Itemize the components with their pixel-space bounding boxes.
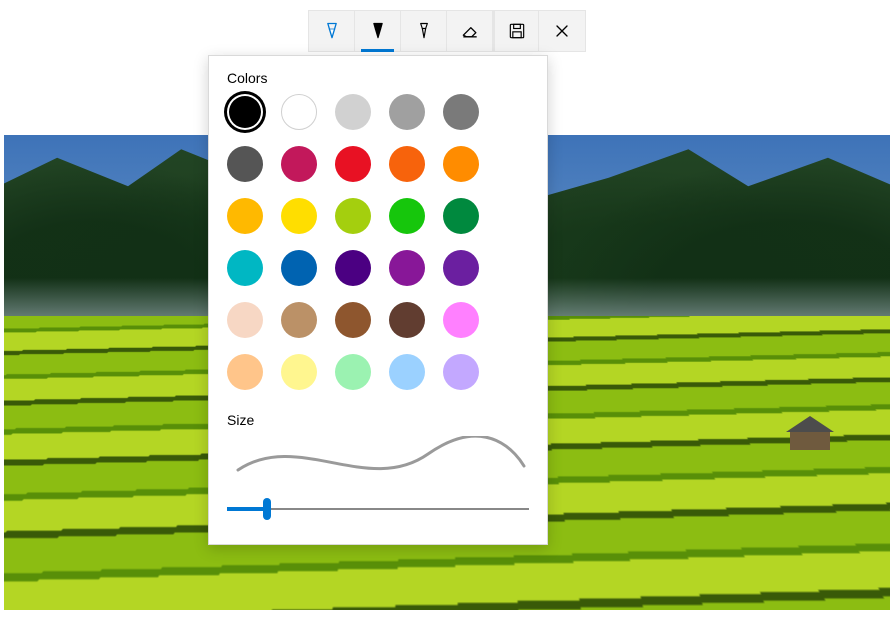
highlighter-icon: [414, 21, 434, 41]
size-slider[interactable]: [227, 498, 529, 520]
color-swatch-purple[interactable]: [443, 250, 479, 286]
slider-track: [227, 508, 529, 510]
ballpoint-pen-icon: [322, 21, 342, 41]
color-swatch-peach[interactable]: [227, 302, 263, 338]
save-button[interactable]: [493, 11, 539, 51]
color-swatch-orange[interactable]: [443, 146, 479, 182]
colors-label: Colors: [227, 70, 529, 86]
eraser-tool[interactable]: [447, 11, 493, 51]
color-swatch-grid: [227, 94, 529, 390]
highlighter-tool[interactable]: [401, 11, 447, 51]
color-swatch-gold[interactable]: [227, 198, 263, 234]
color-swatch-magenta[interactable]: [281, 146, 317, 182]
pencil-tool[interactable]: [355, 11, 401, 51]
drawing-toolbar: [308, 10, 586, 52]
color-swatch-violet[interactable]: [389, 250, 425, 286]
color-swatch-orange-red[interactable]: [389, 146, 425, 182]
color-swatch-white[interactable]: [281, 94, 317, 130]
color-swatch-green[interactable]: [389, 198, 425, 234]
color-swatch-tan[interactable]: [281, 302, 317, 338]
color-swatch-light-orange[interactable]: [227, 354, 263, 390]
color-swatch-charcoal[interactable]: [227, 146, 263, 182]
save-icon: [507, 21, 527, 41]
color-swatch-yellow[interactable]: [281, 198, 317, 234]
color-swatch-light-green[interactable]: [335, 354, 371, 390]
color-swatch-silver[interactable]: [335, 94, 371, 130]
close-button[interactable]: [539, 11, 585, 51]
stroke-size-preview: [227, 436, 529, 484]
eraser-icon: [460, 21, 480, 41]
color-swatch-teal[interactable]: [227, 250, 263, 286]
size-label: Size: [227, 412, 529, 428]
color-swatch-lime[interactable]: [335, 198, 371, 234]
color-swatch-gray[interactable]: [389, 94, 425, 130]
slider-fill: [227, 507, 267, 511]
close-icon: [552, 21, 572, 41]
color-swatch-red[interactable]: [335, 146, 371, 182]
color-swatch-brown[interactable]: [335, 302, 371, 338]
pen-settings-flyout: Colors Size: [208, 55, 548, 545]
color-swatch-dark-gray[interactable]: [443, 94, 479, 130]
color-swatch-pink[interactable]: [443, 302, 479, 338]
ballpoint-pen-tool[interactable]: [309, 11, 355, 51]
color-swatch-blue[interactable]: [281, 250, 317, 286]
color-swatch-indigo[interactable]: [335, 250, 371, 286]
canvas-background: [790, 430, 830, 450]
color-swatch-dark-brown[interactable]: [389, 302, 425, 338]
pencil-icon: [368, 21, 388, 41]
color-swatch-lavender[interactable]: [443, 354, 479, 390]
color-swatch-light-blue[interactable]: [389, 354, 425, 390]
color-swatch-light-yellow[interactable]: [281, 354, 317, 390]
color-swatch-dark-green[interactable]: [443, 198, 479, 234]
color-swatch-black[interactable]: [227, 94, 263, 130]
slider-thumb[interactable]: [263, 498, 271, 520]
